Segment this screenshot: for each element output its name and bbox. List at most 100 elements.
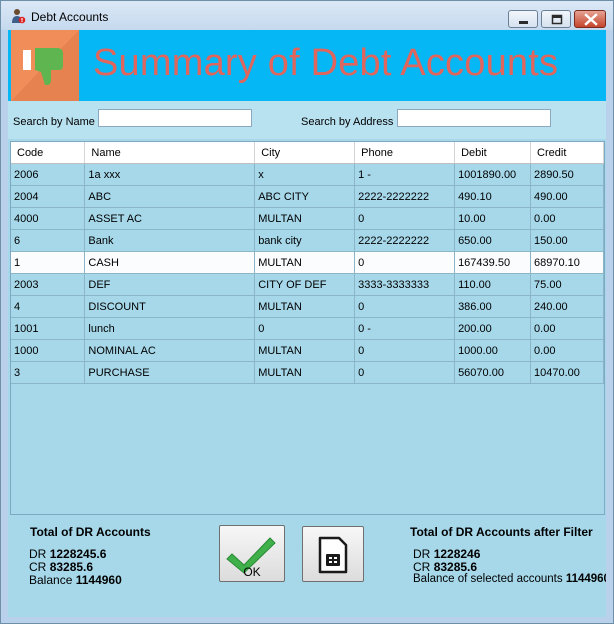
table-row[interactable]: 1 CASH MULTAN 0 167439.50 68970.10 [11, 251, 604, 274]
cell-code[interactable]: 4 [11, 295, 86, 318]
cell-phone[interactable]: 0 - [354, 317, 456, 340]
cell-code[interactable]: 2004 [11, 185, 86, 208]
filtered-dr-label: DR [413, 547, 431, 561]
cell-city[interactable]: CITY OF DEF [254, 273, 356, 296]
table-row[interactable]: 4 DISCOUNT MULTAN 0 386.00 240.00 [11, 295, 604, 318]
cell-debit[interactable]: 10.00 [454, 207, 532, 230]
cell-name[interactable]: PURCHASE [84, 361, 256, 384]
column-header-debit[interactable]: Debit [454, 142, 532, 164]
cell-code[interactable]: 2003 [11, 273, 86, 296]
column-header-city[interactable]: City [254, 142, 356, 164]
cell-phone[interactable]: 2222-2222222 [354, 185, 456, 208]
cell-credit[interactable]: 0.00 [530, 207, 604, 230]
title-bar[interactable]: Debt Accounts [1, 1, 613, 30]
cell-name[interactable]: Bank [84, 229, 256, 252]
cell-name[interactable]: 1a xxx [84, 163, 256, 186]
window-title: Debt Accounts [31, 10, 109, 24]
cell-city[interactable]: ABC CITY [254, 185, 356, 208]
cell-phone[interactable]: 0 [354, 361, 456, 384]
cell-debit[interactable]: 1001890.00 [454, 163, 532, 186]
cell-credit[interactable]: 0.00 [530, 317, 604, 340]
cell-code[interactable]: 4000 [11, 207, 86, 230]
banner: Summary of Debt Accounts [8, 30, 606, 101]
filtered-balance-value: 1144960 [565, 573, 606, 585]
cell-code[interactable]: 1000 [11, 339, 86, 362]
cell-debit[interactable]: 200.00 [454, 317, 532, 340]
cell-code[interactable]: 1 [11, 251, 86, 274]
table-row[interactable]: 4000 ASSET AC MULTAN 0 10.00 0.00 [11, 207, 604, 230]
cell-credit[interactable]: 2890.50 [530, 163, 604, 186]
cell-phone[interactable]: 0 [354, 339, 456, 362]
cell-city[interactable]: MULTAN [254, 339, 356, 362]
filtered-totals-heading: Total of DR Accounts after Filter [410, 525, 593, 539]
table-body: 2006 1a xxx x 1 -1001890.00 2890.50 2004 ABC AB… [11, 163, 604, 384]
minimize-button[interactable] [508, 10, 538, 28]
table-row[interactable]: 3 PURCHASE MULTAN 0 56070.00 10470.00 [11, 361, 604, 384]
cell-name[interactable]: DISCOUNT [84, 295, 256, 318]
cell-debit[interactable]: 110.00 [454, 273, 532, 296]
page-title: Summary of Debt Accounts [93, 42, 559, 84]
cell-debit[interactable]: 167439.50 [454, 251, 532, 274]
cell-phone[interactable]: 0 [354, 207, 456, 230]
cell-debit[interactable]: 1000.00 [454, 339, 532, 362]
cell-debit[interactable]: 386.00 [454, 295, 532, 318]
accounts-table: Code Name City Phone Debit Credit 2006 1a… [11, 142, 604, 384]
cell-phone[interactable]: 0 [354, 251, 456, 274]
cell-phone[interactable]: 2222-2222222 [354, 229, 456, 252]
cell-phone[interactable]: 3333-3333333 [354, 273, 456, 296]
cell-credit[interactable]: 150.00 [530, 229, 604, 252]
table-row[interactable]: 1001 lunch 0 0 -200.00 0.00 [11, 317, 604, 340]
cell-name[interactable]: lunch [84, 317, 256, 340]
cell-credit[interactable]: 240.00 [530, 295, 604, 318]
table-row[interactable]: 6 Bank bank city 2222-2222222 650.00 150.00 [11, 229, 604, 252]
accounts-grid[interactable]: Code Name City Phone Debit Credit 2006 1a… [10, 141, 605, 515]
user-icon [10, 8, 26, 24]
column-header-code[interactable]: Code [11, 142, 86, 164]
ok-button[interactable]: OK [219, 525, 285, 582]
cell-city[interactable]: x [254, 163, 356, 186]
balance-total: Balance 1144960 [29, 573, 122, 587]
cell-debit[interactable]: 56070.00 [454, 361, 532, 384]
cell-debit[interactable]: 650.00 [454, 229, 532, 252]
table-row[interactable]: 2004 ABC ABC CITY 2222-2222222 490.10 490.00 [11, 185, 604, 208]
cell-city[interactable]: MULTAN [254, 361, 356, 384]
table-row[interactable]: 1000 NOMINAL AC MULTAN 0 1000.00 0.00 [11, 339, 604, 362]
cell-name[interactable]: CASH [84, 251, 256, 274]
report-button[interactable] [302, 526, 364, 582]
cell-credit[interactable]: 0.00 [530, 339, 604, 362]
cell-phone[interactable]: 0 [354, 295, 456, 318]
column-header-credit[interactable]: Credit [530, 142, 604, 164]
filtered-balance-label: Balance of selected accounts [413, 573, 563, 585]
cell-name[interactable]: DEF [84, 273, 256, 296]
cell-code[interactable]: 6 [11, 229, 86, 252]
cell-name[interactable]: ABC [84, 185, 256, 208]
column-header-name[interactable]: Name [84, 142, 256, 164]
cr-total: CR 83285.6 [29, 560, 93, 574]
cell-city[interactable]: MULTAN [254, 207, 356, 230]
cell-city[interactable]: 0 [254, 317, 356, 340]
table-row[interactable]: 2006 1a xxx x 1 -1001890.00 2890.50 [11, 163, 604, 186]
balance-value: 1144960 [75, 573, 122, 587]
column-header-phone[interactable]: Phone [354, 142, 456, 164]
close-button[interactable] [574, 10, 606, 28]
search-by-address-input[interactable] [397, 109, 551, 127]
totals-footer: Total of DR Accounts DR 1228245.6 CR 832… [8, 517, 606, 617]
cell-city[interactable]: MULTAN [254, 251, 356, 274]
cell-debit[interactable]: 490.10 [454, 185, 532, 208]
cell-code[interactable]: 1001 [11, 317, 86, 340]
search-by-name-input[interactable] [98, 109, 252, 127]
cell-credit[interactable]: 75.00 [530, 273, 604, 296]
cell-name[interactable]: ASSET AC [84, 207, 256, 230]
cell-code[interactable]: 2006 [11, 163, 86, 186]
cell-credit[interactable]: 490.00 [530, 185, 604, 208]
cell-name[interactable]: NOMINAL AC [84, 339, 256, 362]
table-row[interactable]: 2003 DEF CITY OF DEF 3333-3333333 110.00 75.0… [11, 273, 604, 296]
cell-phone[interactable]: 1 - [354, 163, 456, 186]
cell-code[interactable]: 3 [11, 361, 86, 384]
maximize-button[interactable] [541, 10, 571, 28]
cell-city[interactable]: MULTAN [254, 295, 356, 318]
cell-credit[interactable]: 10470.00 [530, 361, 604, 384]
cell-credit[interactable]: 68970.10 [530, 251, 604, 274]
search-by-name-label: Search by Name [13, 116, 95, 128]
cell-city[interactable]: bank city [254, 229, 356, 252]
